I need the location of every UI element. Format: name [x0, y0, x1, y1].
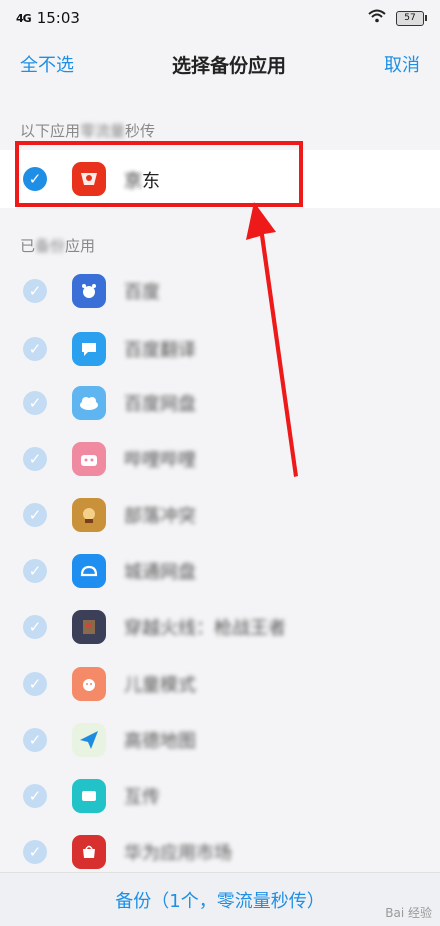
cancel-button[interactable]: 取消	[384, 51, 420, 77]
list-item[interactable]: ✓ 百度翻译	[0, 320, 440, 378]
app-name: 百度	[124, 282, 160, 303]
transfer-icon	[72, 779, 106, 813]
app-name: 城通网盘	[124, 562, 196, 583]
check-icon[interactable]: ✓	[23, 728, 47, 752]
fast-label-blurred: 零流量	[80, 122, 126, 140]
app-name: 哔哩哔哩	[124, 450, 196, 471]
highlight-box	[15, 141, 303, 207]
list-item[interactable]: ✓ 互传	[0, 767, 440, 825]
fast-label-start: 以下应用	[20, 122, 81, 140]
fast-section-label: 以下应用零流量秒传	[20, 120, 155, 141]
bilibili-icon	[72, 442, 106, 476]
list-item[interactable]: ✓ 百度网盘	[0, 374, 440, 432]
backup-button[interactable]: 备份（1个，零流量秒传）	[115, 887, 324, 913]
check-icon[interactable]: ✓	[23, 615, 47, 639]
cf-icon	[72, 610, 106, 644]
backed-label-end: 应用	[65, 237, 96, 255]
app-name: 互传	[124, 787, 160, 808]
app-name: 部落冲突	[124, 506, 196, 527]
fast-label-end: 秒传	[125, 122, 156, 140]
check-icon[interactable]: ✓	[23, 447, 47, 471]
baidu-translate-icon	[72, 332, 106, 366]
status-bar: 4G 15:03 57	[0, 0, 440, 36]
app-name: 百度翻译	[124, 340, 196, 361]
ctfile-icon	[72, 554, 106, 588]
check-icon[interactable]: ✓	[23, 559, 47, 583]
baidu-icon	[72, 274, 106, 308]
watermark-logo: Bai 经验	[385, 906, 432, 920]
list-item[interactable]: ✓ 百度	[0, 262, 440, 320]
list-item[interactable]: ✓ 穿越火线：枪战王者	[0, 598, 440, 656]
app-name: 儿童模式	[124, 675, 196, 696]
signal-icon: 4G	[16, 11, 32, 25]
app-name: 百度网盘	[124, 394, 196, 415]
page-title: 选择备份应用	[171, 54, 286, 77]
check-icon[interactable]: ✓	[23, 391, 47, 415]
backed-label-blurred: 备份	[35, 237, 66, 255]
app-name: 高德地图	[124, 731, 196, 752]
backed-label-start: 已	[20, 237, 36, 255]
amap-icon	[72, 723, 106, 757]
deselect-all-button[interactable]: 全不选	[20, 51, 74, 77]
list-item[interactable]: ✓ 部落冲突	[0, 486, 440, 544]
backed-section-label: 已备份应用	[20, 235, 95, 256]
arrow-annotation	[246, 202, 298, 477]
check-icon[interactable]: ✓	[23, 337, 47, 361]
battery-icon: 57	[396, 10, 427, 26]
check-icon[interactable]: ✓	[23, 672, 47, 696]
list-item[interactable]: ✓ 哔哩哔哩	[0, 430, 440, 488]
status-left: 4G 15:03	[16, 9, 80, 27]
check-icon[interactable]: ✓	[23, 279, 47, 303]
list-item[interactable]: ✓ 儿童模式	[0, 655, 440, 713]
status-time: 15:03	[36, 9, 80, 27]
huawei-appgallery-icon	[72, 835, 106, 869]
app-name: 穿越火线：枪战王者	[124, 618, 286, 639]
check-icon[interactable]: ✓	[23, 784, 47, 808]
clash-icon	[72, 498, 106, 532]
status-right: 57	[368, 9, 427, 27]
bottom-bar: 备份（1个，零流量秒传）	[0, 872, 440, 926]
check-icon[interactable]: ✓	[23, 840, 47, 864]
app-name: 华为应用市场	[124, 843, 232, 864]
list-item[interactable]: ✓ 城通网盘	[0, 542, 440, 600]
baidu-netdisk-icon	[72, 386, 106, 420]
list-item[interactable]: ✓ 高德地图	[0, 711, 440, 769]
title-bar: 全不选 选择备份应用 取消	[0, 36, 440, 92]
kids-mode-icon	[72, 667, 106, 701]
check-icon[interactable]: ✓	[23, 503, 47, 527]
wifi-icon	[368, 9, 386, 27]
